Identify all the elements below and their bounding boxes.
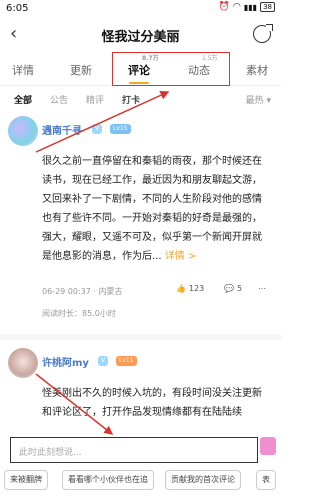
annotation-arrow: [35, 91, 170, 153]
annotation-arrow: [35, 373, 114, 435]
annotation-arrows: [35, 91, 170, 435]
